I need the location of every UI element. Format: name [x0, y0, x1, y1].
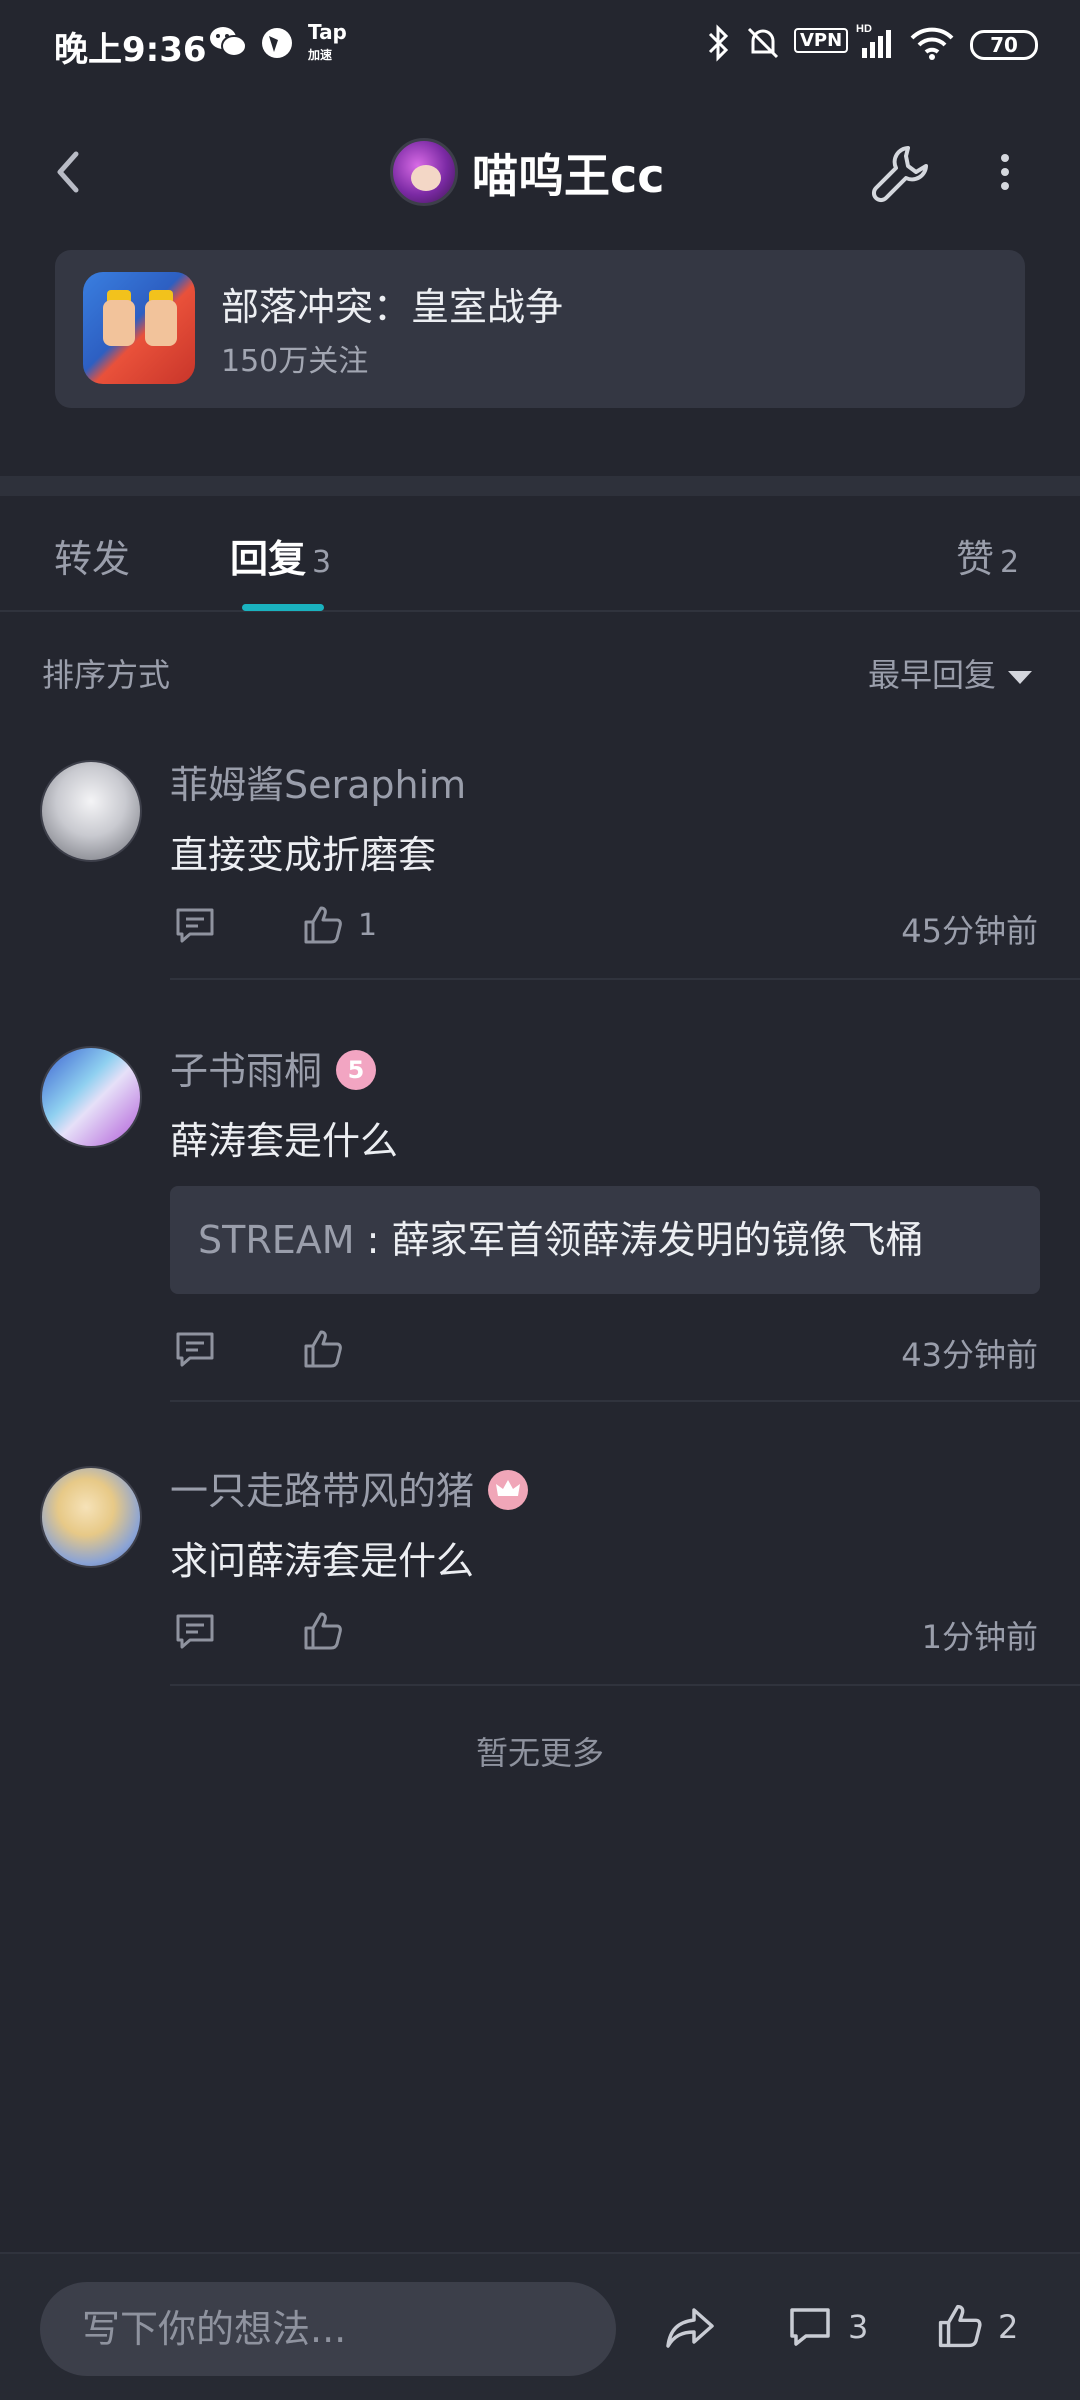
reply-button[interactable] — [174, 904, 216, 950]
page-title: 喵呜王cc — [472, 149, 665, 203]
reply-icon — [176, 908, 214, 943]
tab-replies[interactable]: 回复 3 — [230, 528, 331, 583]
comment-separator — [170, 1400, 1080, 1402]
comment-bubble-icon — [790, 2308, 830, 2346]
mute-bell-icon — [744, 24, 782, 66]
reply-button[interactable] — [174, 1610, 216, 1656]
comment-input[interactable]: 写下你的想法... — [40, 2282, 616, 2376]
like-button[interactable] — [302, 1610, 344, 1656]
tab-likes[interactable]: 赞2 — [956, 528, 1019, 583]
sort-value: 最早回复 — [868, 656, 997, 694]
end-of-list-text: 暂无更多 — [475, 1734, 604, 1772]
level-badge: 5 — [336, 1049, 377, 1090]
tab-bar: 转发 回复 3 赞2 — [0, 496, 1080, 612]
comment-text: 求问薛涛套是什么 — [170, 1539, 475, 1583]
section-divider — [0, 476, 1080, 496]
reply-button[interactable] — [174, 1328, 216, 1374]
tab-count: 3 — [312, 545, 332, 580]
commenter-avatar[interactable] — [40, 1046, 142, 1148]
author-avatar[interactable] — [390, 138, 458, 206]
thumbs-up-icon — [304, 906, 342, 944]
like-count: 2 — [998, 2308, 1019, 2346]
comment-text: 薛涛套是什么 — [170, 1119, 399, 1163]
bluetooth-icon — [706, 24, 730, 66]
tap-accelerator-icon: Tap 加速 — [308, 20, 347, 62]
comment-time: 1分钟前 — [921, 1618, 1038, 1656]
tab-count: 2 — [1000, 545, 1020, 580]
thumbs-up-icon — [304, 1612, 342, 1650]
comment-time: 45分钟前 — [901, 912, 1038, 950]
tools-button[interactable] — [868, 142, 932, 206]
reply-icon — [176, 1332, 214, 1367]
more-vertical-icon — [1001, 154, 1009, 190]
share-icon — [666, 2308, 714, 2348]
game-icon — [83, 272, 195, 384]
sort-label: 排序方式 — [42, 656, 171, 694]
signal-icon: HD — [856, 22, 898, 66]
share-button[interactable] — [664, 2302, 716, 2358]
wechat-icon — [208, 24, 248, 64]
vpn-icon: VPN — [794, 28, 849, 53]
active-tab-indicator — [242, 604, 324, 611]
back-button[interactable] — [40, 142, 100, 202]
game-follower-count: 150万关注 — [221, 344, 369, 379]
thumbs-up-icon — [938, 2304, 982, 2348]
comment-time: 43分钟前 — [901, 1336, 1038, 1374]
thumbs-up-icon — [304, 1330, 342, 1368]
battery-indicator: 70 — [970, 30, 1038, 60]
quote-separator: : — [354, 1218, 392, 1262]
top-nav: 喵呜王cc — [0, 110, 1080, 230]
sub-reply-quote[interactable]: STREAM : 薛家军首领薛涛发明的镜像飞桶 — [170, 1186, 1040, 1294]
crown-badge-icon — [488, 1469, 529, 1510]
comments-button[interactable] — [786, 2302, 834, 2354]
comment-text: 直接变成折磨套 — [170, 833, 437, 877]
status-time: 晚上9:36 — [54, 30, 207, 70]
tab-label: 赞 — [956, 537, 995, 581]
comment-separator — [170, 1684, 1080, 1686]
game-name: 部落冲突：皇室战争 — [221, 285, 564, 329]
commenter-name[interactable]: 一只走路带风的猪 — [170, 1460, 529, 1515]
like-count: 1 — [358, 908, 378, 943]
wrench-icon — [871, 146, 928, 203]
bottom-action-bar: 写下你的想法... 3 2 — [0, 2252, 1080, 2400]
tab-label: 转发 — [54, 537, 131, 581]
wifi-icon — [910, 26, 954, 64]
browser-icon — [260, 26, 294, 64]
commenter-avatar[interactable] — [40, 1466, 142, 1568]
sort-dropdown[interactable]: 最早回复 — [868, 650, 1033, 696]
chevron-left-icon — [57, 151, 79, 193]
commenter-name[interactable]: 子书雨桐 5 — [170, 1040, 377, 1095]
comment-count: 3 — [848, 2308, 869, 2346]
commenter-name[interactable]: 菲姆酱Seraphim — [170, 754, 466, 809]
tab-label: 回复 — [230, 537, 307, 581]
svg-text:HD: HD — [856, 23, 872, 35]
more-options-button[interactable] — [990, 150, 1020, 210]
like-button[interactable] — [302, 904, 344, 950]
game-card[interactable]: 部落冲突：皇室战争 150万关注 — [55, 250, 1025, 408]
commenter-name-text: 一只走路带风的猪 — [170, 1469, 475, 1513]
status-bar: 晚上9:36 Tap 加速 VPN HD 70 — [0, 0, 1080, 90]
tab-reposts[interactable]: 转发 — [54, 528, 130, 583]
commenter-avatar[interactable] — [40, 760, 142, 862]
commenter-name-text: 子书雨桐 — [170, 1049, 323, 1093]
caret-down-icon — [1008, 670, 1033, 684]
quote-text: 薛家军首领薛涛发明的镜像飞桶 — [391, 1218, 924, 1262]
quote-author[interactable]: STREAM — [198, 1218, 355, 1262]
like-button[interactable] — [302, 1328, 344, 1374]
comment-separator — [170, 978, 1080, 980]
like-post-button[interactable] — [936, 2302, 984, 2354]
reply-icon — [176, 1614, 214, 1649]
